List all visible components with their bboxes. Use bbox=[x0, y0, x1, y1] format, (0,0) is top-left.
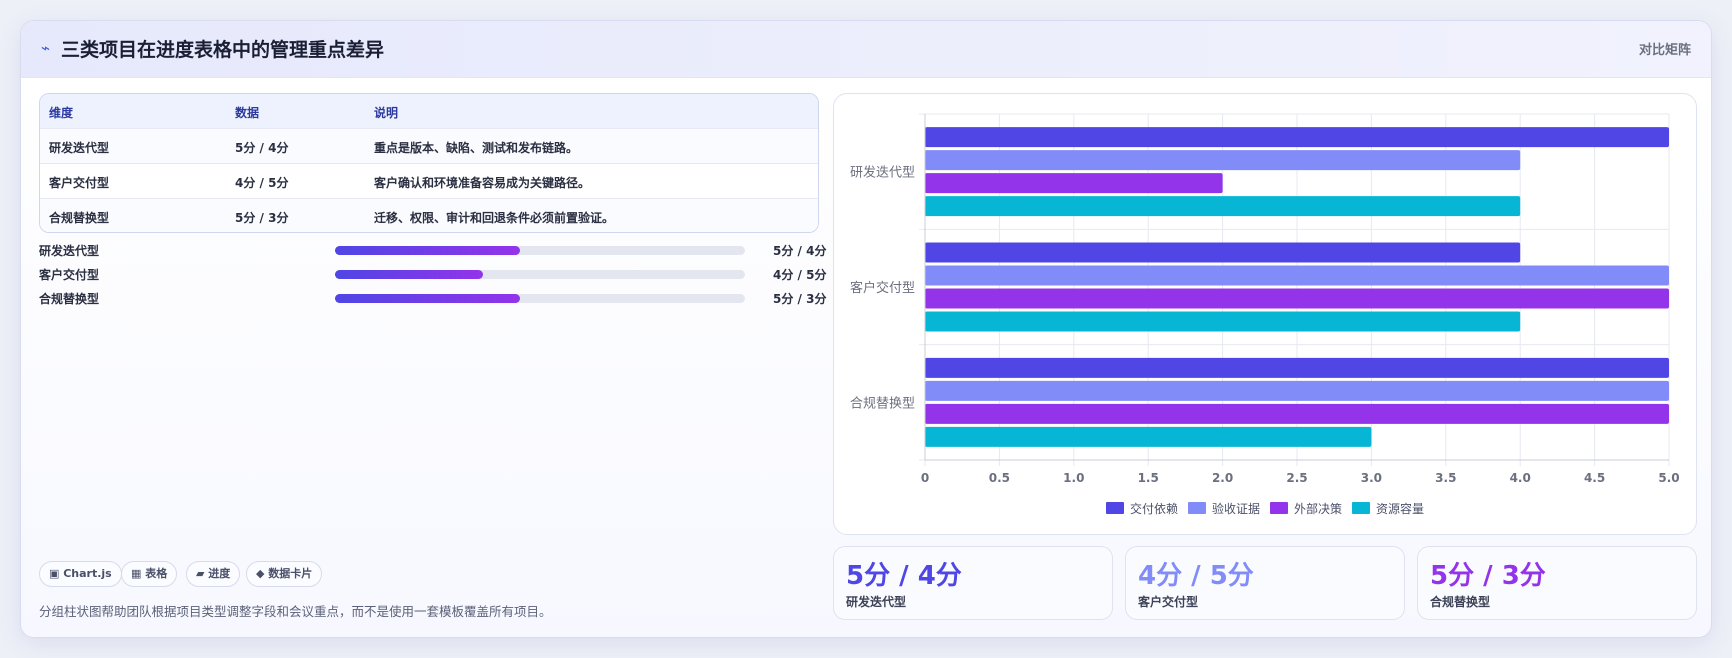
progress-fill bbox=[335, 294, 520, 303]
progress-value: 5分 / 4分 bbox=[773, 244, 827, 258]
legend-label: 交付依赖 bbox=[1130, 501, 1178, 516]
progress-track bbox=[335, 294, 745, 303]
progress-track bbox=[335, 270, 745, 279]
x-tick-label: 1.0 bbox=[1063, 471, 1084, 485]
legend-swatch bbox=[1188, 502, 1206, 514]
kpi-label: 研发迭代型 bbox=[846, 595, 907, 609]
progress-row: 研发迭代型 5分 / 4分 bbox=[39, 241, 826, 261]
x-tick-label: 3.5 bbox=[1435, 471, 1456, 485]
x-tick-label: 3.0 bbox=[1361, 471, 1382, 485]
kpi-label: 合规替换型 bbox=[1430, 595, 1491, 609]
view-tag[interactable]: 对比矩阵 bbox=[1639, 39, 1691, 58]
bar bbox=[925, 242, 1521, 263]
progress-label: 合规替换型 bbox=[39, 292, 100, 306]
progress-fill bbox=[335, 246, 520, 255]
table-cell: 重点是版本、缺陷、测试和发布链路。 bbox=[374, 141, 579, 155]
grouped-bar-chart: 0 0.5 1.0 1.5 2.0 2.5 3.0 3.5 4.0 4.5 5.0 研发迭代型客户交付… bbox=[850, 113, 1680, 516]
legend-swatch bbox=[1106, 502, 1124, 514]
kpi-value: 5分 / 4分 bbox=[846, 561, 962, 591]
progress-label: 研发迭代型 bbox=[39, 244, 100, 258]
legend-label: 外部决策 bbox=[1294, 501, 1342, 516]
y-category-label: 研发迭代型 bbox=[850, 165, 915, 181]
legend-label: 资源容量 bbox=[1376, 501, 1424, 516]
kpi-card: 4分 / 5分 客户交付型 bbox=[1125, 546, 1405, 620]
chart-panel: 0 0.5 1.0 1.5 2.0 2.5 3.0 3.5 4.0 4.5 5.0 研发迭代型客户交付… bbox=[833, 93, 1697, 535]
progress-row: 客户交付型 4分 / 5分 bbox=[39, 265, 826, 285]
table-row: 研发迭代型 5分 / 4分 重点是版本、缺陷、测试和发布链路。 bbox=[40, 128, 818, 163]
comparison-table: 维度 数据 说明 研发迭代型 5分 / 4分 重点是版本、缺陷、测试和发布链路。… bbox=[39, 93, 819, 233]
table-cell: 4分 / 5分 bbox=[235, 176, 289, 190]
progress-label: 客户交付型 bbox=[39, 268, 100, 282]
legend-label: 验收证据 bbox=[1212, 501, 1260, 516]
chip-table[interactable]: ▦ 表格 bbox=[121, 561, 178, 587]
bar bbox=[925, 196, 1521, 217]
kpi-card: 5分 / 4分 研发迭代型 bbox=[833, 546, 1113, 620]
bar bbox=[925, 311, 1521, 332]
progress-row: 合规替换型 5分 / 3分 bbox=[39, 289, 826, 309]
column-header: 说明 bbox=[374, 106, 399, 120]
bar bbox=[925, 265, 1669, 286]
progress-track bbox=[335, 246, 745, 255]
bolt-icon: ⌁ bbox=[41, 39, 51, 57]
table-row: 合规替换型 5分 / 3分 迁移、权限、审计和回退条件必须前置验证。 bbox=[40, 198, 818, 232]
table-cell: 5分 / 3分 bbox=[235, 211, 289, 225]
column-header: 数据 bbox=[235, 106, 260, 120]
comparison-card: ⌁ 三类项目在进度表格中的管理重点差异 对比矩阵 维度 数据 说明 研发迭代型 … bbox=[20, 20, 1712, 638]
table-cell: 研发迭代型 bbox=[49, 141, 110, 155]
x-tick-label: 2.0 bbox=[1212, 471, 1233, 485]
kpi-card: 5分 / 3分 合规替换型 bbox=[1417, 546, 1697, 620]
bar bbox=[925, 380, 1669, 401]
progress-value: 4分 / 5分 bbox=[773, 268, 827, 282]
bar bbox=[925, 173, 1223, 194]
column-header: 维度 bbox=[49, 106, 74, 120]
table-row: 客户交付型 4分 / 5分 客户确认和环境准备容易成为关键路径。 bbox=[40, 163, 818, 198]
card-header: ⌁ 三类项目在进度表格中的管理重点差异 对比矩阵 bbox=[21, 21, 1711, 78]
chip-chartjs[interactable]: ▣ Chart.js bbox=[39, 561, 122, 587]
x-tick-label: 0.5 bbox=[989, 471, 1010, 485]
table-cell: 客户交付型 bbox=[49, 176, 110, 190]
chip-progress[interactable]: ▰ 进度 bbox=[186, 561, 241, 587]
chip-data-card[interactable]: ◆ 数据卡片 bbox=[246, 561, 323, 587]
bar bbox=[925, 426, 1372, 447]
progress-value: 5分 / 3分 bbox=[773, 292, 827, 306]
x-tick-label: 2.5 bbox=[1286, 471, 1307, 485]
table-header-row: 维度 数据 说明 bbox=[40, 94, 818, 128]
bar bbox=[925, 288, 1669, 309]
legend-swatch bbox=[1270, 502, 1288, 514]
legend-swatch bbox=[1352, 502, 1370, 514]
kpi-label: 客户交付型 bbox=[1138, 595, 1199, 609]
x-tick-label: 0 bbox=[921, 471, 929, 485]
x-tick-label: 1.5 bbox=[1138, 471, 1159, 485]
page-title: 三类项目在进度表格中的管理重点差异 bbox=[61, 39, 385, 61]
progress-fill bbox=[335, 270, 483, 279]
y-category-label: 合规替换型 bbox=[850, 396, 915, 411]
x-tick-label: 5.0 bbox=[1658, 471, 1679, 485]
bar bbox=[925, 127, 1669, 148]
bar bbox=[925, 403, 1669, 424]
x-tick-label: 4.5 bbox=[1584, 471, 1605, 485]
x-tick-label: 4.0 bbox=[1510, 471, 1531, 485]
table-cell: 合规替换型 bbox=[49, 211, 110, 225]
table-cell: 客户确认和环境准备容易成为关键路径。 bbox=[374, 176, 591, 190]
y-category-label: 客户交付型 bbox=[850, 280, 915, 296]
footnote: 分组柱状图帮助团队根据项目类型调整字段和会议重点，而不是使用一套模板覆盖所有项目… bbox=[39, 604, 552, 619]
table-cell: 迁移、权限、审计和回退条件必须前置验证。 bbox=[374, 211, 615, 225]
table-cell: 5分 / 4分 bbox=[235, 141, 289, 155]
bar bbox=[925, 150, 1521, 171]
kpi-value: 4分 / 5分 bbox=[1138, 561, 1254, 591]
bar bbox=[925, 357, 1669, 378]
kpi-value: 5分 / 3分 bbox=[1430, 561, 1546, 591]
